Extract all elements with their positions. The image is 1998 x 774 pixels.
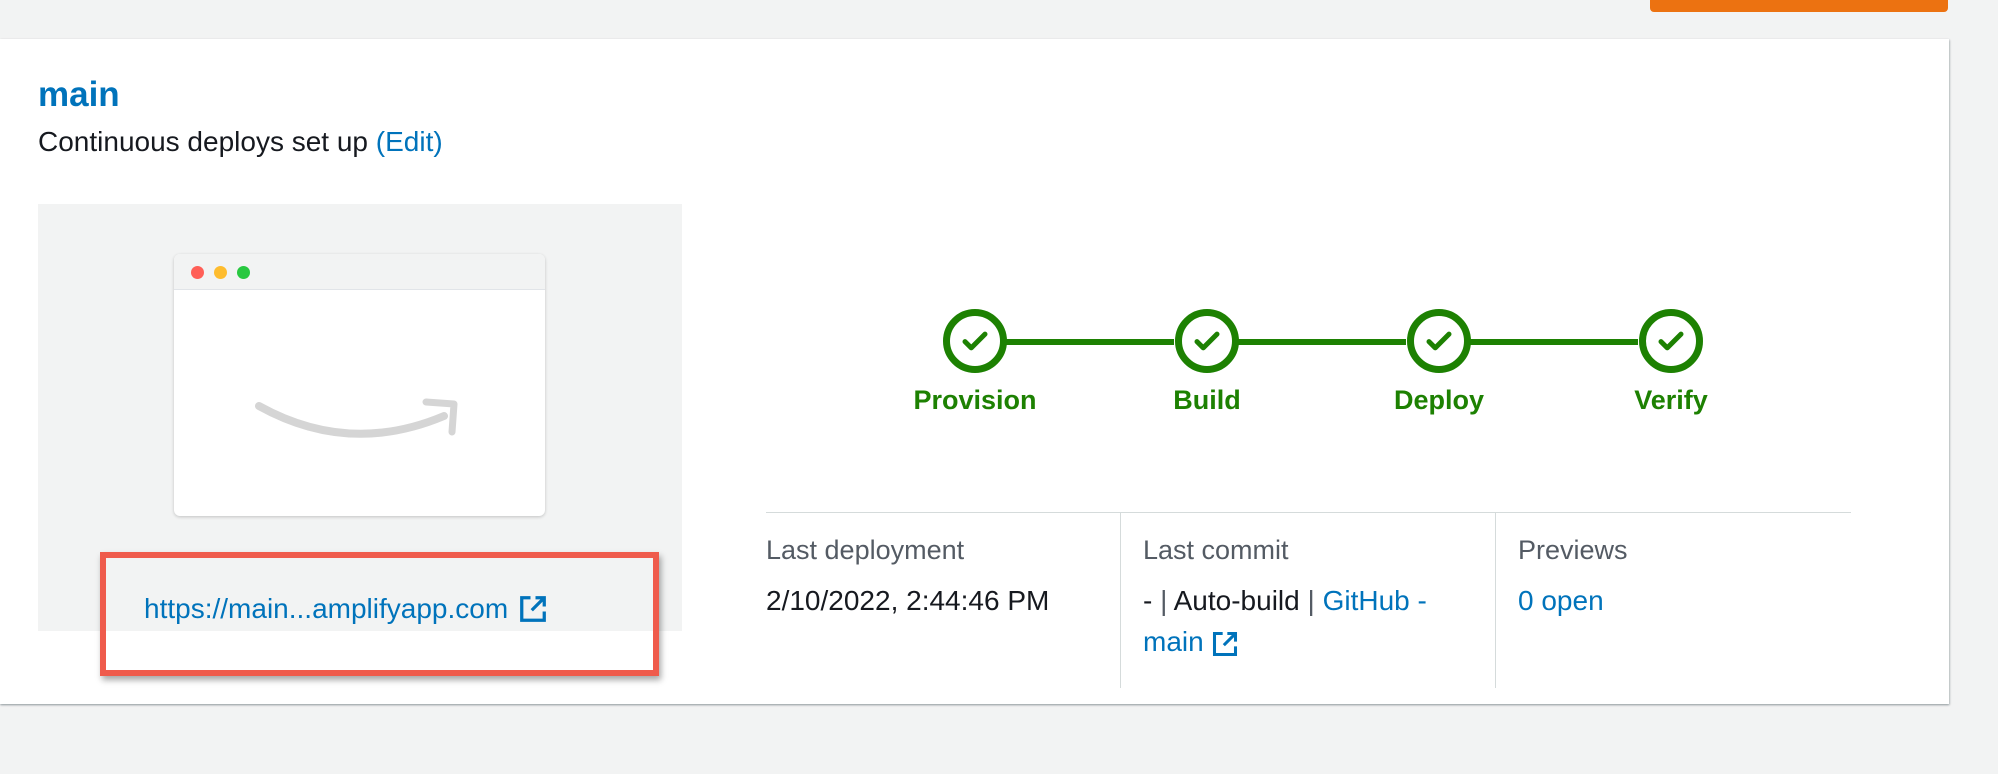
deployment-details: Last deployment 2/10/2022, 2:44:46 PM La… bbox=[766, 512, 1851, 688]
deployment-pipeline: Provision Build Deploy Verify bbox=[900, 309, 1708, 429]
amazon-smile-logo-icon bbox=[255, 398, 458, 438]
branch-card: main Continuous deploys set up (Edit) ht… bbox=[0, 39, 1949, 704]
edit-link[interactable]: (Edit) bbox=[376, 126, 443, 157]
step-label: Deploy bbox=[1393, 385, 1485, 415]
separator: | bbox=[1160, 585, 1168, 616]
step-label: Build bbox=[1173, 385, 1241, 415]
deploy-status-text: Continuous deploys set up (Edit) bbox=[38, 125, 443, 159]
external-link-icon bbox=[520, 596, 547, 622]
commit-dash: - bbox=[1143, 585, 1153, 616]
separator: | bbox=[1307, 585, 1315, 616]
previews-column: Previews 0 open bbox=[1496, 513, 1851, 688]
step-label: Provision bbox=[913, 385, 1037, 415]
commit-message: Auto-build bbox=[1173, 585, 1300, 616]
previews-label: Previews bbox=[1518, 535, 1628, 565]
last-deployment-column: Last deployment 2/10/2022, 2:44:46 PM bbox=[766, 513, 1121, 688]
external-link-icon bbox=[1213, 631, 1238, 656]
last-deployment-value: 2/10/2022, 2:44:46 PM bbox=[766, 585, 1050, 616]
subtitle-text: Continuous deploys set up bbox=[38, 126, 368, 157]
close-dot-icon bbox=[191, 266, 204, 279]
last-commit-label: Last commit bbox=[1143, 535, 1289, 565]
step-provision: Provision bbox=[895, 309, 1055, 416]
branch-name-link[interactable]: main bbox=[38, 74, 120, 116]
browser-titlebar bbox=[174, 254, 545, 290]
previews-open-link[interactable]: 0 open bbox=[1518, 580, 1851, 621]
step-label: Verify bbox=[1634, 385, 1708, 415]
step-build: Build bbox=[1127, 309, 1287, 416]
check-circle-icon bbox=[1407, 309, 1471, 373]
last-commit-value: - | Auto-build | GitHub - main bbox=[1143, 580, 1495, 662]
check-circle-icon bbox=[1175, 309, 1239, 373]
app-url-link[interactable]: https://main...amplifyapp.com bbox=[144, 593, 548, 625]
browser-thumbnail bbox=[174, 254, 545, 516]
last-commit-column: Last commit - | Auto-build | GitHub - ma… bbox=[1121, 513, 1496, 688]
last-deployment-label: Last deployment bbox=[766, 535, 965, 565]
minimize-dot-icon bbox=[214, 266, 227, 279]
primary-action-button[interactable] bbox=[1650, 0, 1948, 12]
check-circle-icon bbox=[943, 309, 1007, 373]
check-circle-icon bbox=[1639, 309, 1703, 373]
step-deploy: Deploy bbox=[1359, 309, 1519, 416]
step-verify: Verify bbox=[1591, 309, 1751, 416]
maximize-dot-icon bbox=[237, 266, 250, 279]
app-url-text: https://main...amplifyapp.com bbox=[144, 593, 509, 624]
